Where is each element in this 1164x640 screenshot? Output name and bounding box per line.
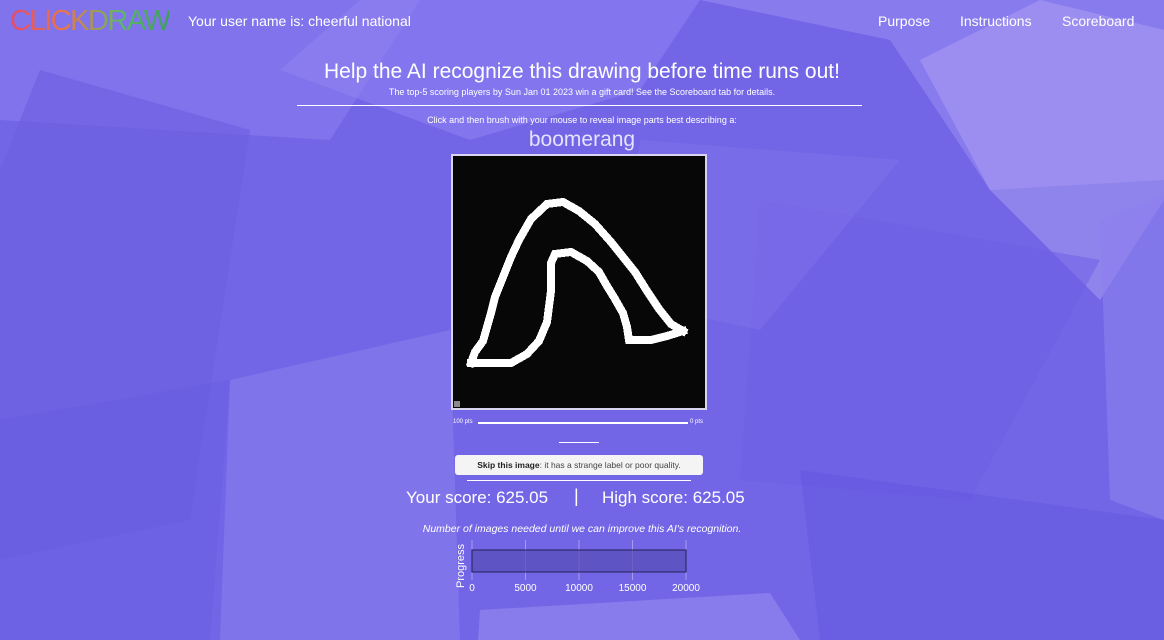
tick-label-20000: 20000 — [672, 583, 700, 594]
clickdraw-logo[interactable]: CLICKDRAW — [10, 5, 171, 38]
username-label: Your user name is: cheerful national — [188, 13, 411, 29]
progress-bar — [471, 549, 687, 573]
tick-label-15000: 15000 — [619, 583, 647, 594]
target-word: boomerang — [528, 128, 636, 151]
progress-axis-ticks: 0 5000 10000 15000 20000 — [469, 583, 700, 594]
canvas-corner-marker — [454, 401, 460, 407]
page-title: Help the AI recognize this drawing befor… — [324, 60, 840, 83]
progress-chart: Progress 0 5000 10000 15000 20000 — [455, 540, 700, 594]
high-score: High score: 625.05 — [602, 488, 745, 507]
your-score: Your score: 625.05 — [406, 488, 549, 507]
app-root: CLICKDRAW Your user name is: cheerful na… — [0, 0, 1164, 640]
nav-purpose[interactable]: Purpose — [878, 13, 930, 29]
skip-image-button[interactable]: Skip this image: it has a strange label … — [455, 455, 703, 475]
boomerang-sketch — [465, 197, 689, 369]
tick-label-0: 0 — [469, 583, 475, 594]
drawing-canvas[interactable] — [451, 154, 707, 410]
skip-image-reason: : it has a strange label or poor quality… — [539, 460, 681, 470]
points-max-label: 100 pts — [453, 419, 473, 425]
tick-label-5000: 5000 — [514, 583, 537, 594]
progress-caption: Number of images needed until we can imp… — [422, 523, 742, 535]
short-divider — [559, 442, 599, 443]
tick-label-10000: 10000 — [565, 583, 593, 594]
points-timer-bar — [478, 422, 688, 424]
skip-image-bold: Skip this image — [477, 460, 540, 470]
nav-instructions[interactable]: Instructions — [960, 13, 1032, 29]
instruction-text: Click and then brush with your mouse to … — [427, 115, 737, 125]
points-min-label: 0 pts — [690, 419, 704, 425]
gift-card-note: The top-5 scoring players by Sun Jan 01 … — [388, 87, 776, 97]
title-divider — [297, 105, 862, 106]
skip-divider — [467, 480, 691, 481]
nav-scoreboard[interactable]: Scoreboard — [1062, 13, 1134, 29]
progress-ylabel: Progress — [455, 543, 467, 588]
score-separator: | — [574, 486, 579, 506]
